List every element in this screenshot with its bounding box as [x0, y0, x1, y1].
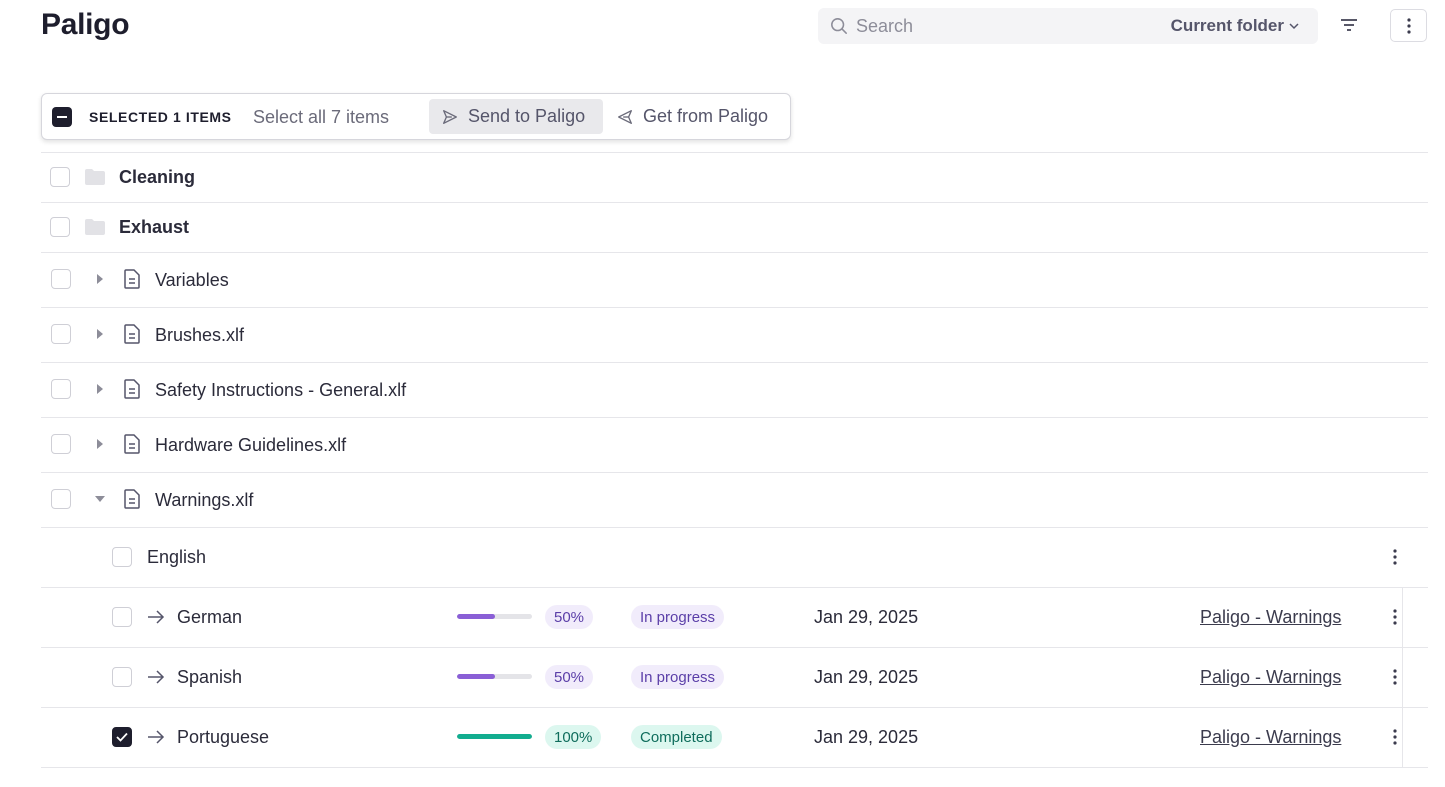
- row-checkbox[interactable]: [51, 269, 71, 289]
- folder-name: Exhaust: [119, 217, 190, 237]
- file-row[interactable]: Brushes.xlf: [41, 308, 1428, 362]
- send-to-paligo-button[interactable]: Send to Paligo: [429, 99, 603, 134]
- row-checkbox-checked[interactable]: [112, 727, 132, 747]
- status-badge: Completed: [631, 725, 722, 749]
- filter-icon: [1341, 19, 1357, 31]
- filter-button[interactable]: [1336, 12, 1362, 38]
- language-name: Portuguese: [177, 727, 270, 747]
- date: Jan 29, 2025: [814, 667, 919, 687]
- status-badge: In progress: [631, 665, 725, 689]
- progress-fill: [457, 674, 495, 679]
- get-from-paligo-button[interactable]: Get from Paligo: [616, 99, 768, 134]
- divider: [41, 767, 1428, 768]
- more-vertical-icon: [1393, 549, 1397, 565]
- search-bar[interactable]: Current folder: [818, 8, 1318, 44]
- row-checkbox[interactable]: [51, 434, 71, 454]
- progress-bar: [457, 734, 532, 739]
- file-name: Hardware Guidelines.xlf: [155, 435, 347, 455]
- file-row[interactable]: Variables: [41, 253, 1428, 307]
- date: Jan 29, 2025: [814, 607, 919, 627]
- progress-percent: 50%: [545, 665, 594, 689]
- file-name: Safety Instructions - General.xlf: [155, 380, 407, 400]
- row-checkbox[interactable]: [51, 489, 71, 509]
- more-vertical-icon: [1393, 729, 1397, 745]
- caret-right-icon[interactable]: [95, 274, 105, 284]
- row-checkbox[interactable]: [112, 607, 132, 627]
- row-checkbox[interactable]: [112, 667, 132, 687]
- arrow-right-icon: [148, 610, 165, 624]
- document-icon: [124, 379, 140, 399]
- select-all-checkbox[interactable]: [52, 107, 72, 127]
- translation-row[interactable]: Spanish 50% In progress Jan 29, 2025 Pal…: [41, 648, 1428, 708]
- selection-toolbar: SELECTED 1 ITEMS Select all 7 items Send…: [41, 93, 791, 140]
- document-icon: [124, 434, 140, 454]
- more-options-button[interactable]: [1390, 9, 1427, 42]
- caret-right-icon[interactable]: [95, 384, 105, 394]
- paligo-target-link[interactable]: Paligo - Warnings: [1200, 667, 1341, 688]
- source-language-row[interactable]: English: [41, 528, 1428, 587]
- row-menu-button[interactable]: [1385, 665, 1405, 689]
- language-name: English: [147, 547, 207, 567]
- progress-fill: [457, 614, 495, 619]
- receive-icon: [618, 109, 632, 124]
- arrow-right-icon: [148, 670, 165, 684]
- document-icon: [124, 269, 140, 289]
- row-menu-button[interactable]: [1385, 545, 1405, 569]
- search-icon: [831, 18, 847, 34]
- file-row[interactable]: Safety Instructions - General.xlf: [41, 363, 1428, 417]
- progress-percent: 100%: [545, 725, 602, 749]
- document-icon: [124, 489, 140, 509]
- more-vertical-icon: [1393, 609, 1397, 625]
- folder-row[interactable]: Exhaust: [41, 203, 1428, 252]
- paligo-target-link[interactable]: Paligo - Warnings: [1200, 727, 1341, 748]
- row-checkbox[interactable]: [50, 167, 70, 187]
- folder-row[interactable]: Cleaning: [41, 153, 1428, 202]
- send-to-paligo-label: Send to Paligo: [468, 106, 586, 126]
- more-vertical-icon: [1406, 17, 1411, 34]
- caret-right-icon[interactable]: [95, 439, 105, 449]
- search-scope-dropdown[interactable]: Current folder: [1171, 16, 1300, 36]
- row-checkbox[interactable]: [51, 379, 71, 399]
- progress-bar: [457, 614, 532, 619]
- caret-right-icon[interactable]: [95, 329, 105, 339]
- selected-count: SELECTED 1 ITEMS: [89, 109, 232, 125]
- file-name: Warnings.xlf: [155, 490, 254, 510]
- caret-down-icon[interactable]: [95, 494, 105, 504]
- search-scope-label: Current folder: [1170, 16, 1284, 35]
- select-all-link[interactable]: Select all 7 items: [253, 107, 389, 128]
- get-from-paligo-label: Get from Paligo: [643, 106, 769, 126]
- translation-row[interactable]: Portuguese 100% Completed Jan 29, 2025 P…: [41, 708, 1428, 768]
- document-icon: [124, 324, 140, 344]
- file-row[interactable]: Hardware Guidelines.xlf: [41, 418, 1428, 472]
- send-icon: [443, 109, 457, 124]
- progress-bar: [457, 674, 532, 679]
- chevron-down-icon: [1289, 23, 1299, 30]
- language-name: German: [177, 607, 243, 627]
- file-row-expanded[interactable]: Warnings.xlf: [41, 473, 1428, 527]
- row-checkbox[interactable]: [50, 217, 70, 237]
- paligo-target-link[interactable]: Paligo - Warnings: [1200, 607, 1341, 628]
- file-name: Variables: [155, 270, 229, 290]
- language-name: Spanish: [177, 667, 243, 687]
- row-checkbox[interactable]: [112, 547, 132, 567]
- more-vertical-icon: [1393, 669, 1397, 685]
- file-name: Brushes.xlf: [155, 325, 245, 345]
- progress-percent: 50%: [545, 605, 594, 629]
- date: Jan 29, 2025: [814, 727, 919, 747]
- row-menu-button[interactable]: [1385, 605, 1405, 629]
- progress-fill: [457, 734, 532, 739]
- folder-icon: [85, 219, 105, 235]
- search-input[interactable]: [856, 14, 1156, 38]
- folder-icon: [85, 169, 105, 185]
- row-checkbox[interactable]: [51, 324, 71, 344]
- arrow-right-icon: [148, 730, 165, 744]
- page-title: Paligo: [41, 8, 130, 41]
- checkmark-icon: [116, 732, 128, 742]
- translation-row[interactable]: German 50% In progress Jan 29, 2025 Pali…: [41, 588, 1428, 648]
- folder-name: Cleaning: [119, 167, 196, 187]
- status-badge: In progress: [631, 605, 725, 629]
- row-menu-button[interactable]: [1385, 725, 1405, 749]
